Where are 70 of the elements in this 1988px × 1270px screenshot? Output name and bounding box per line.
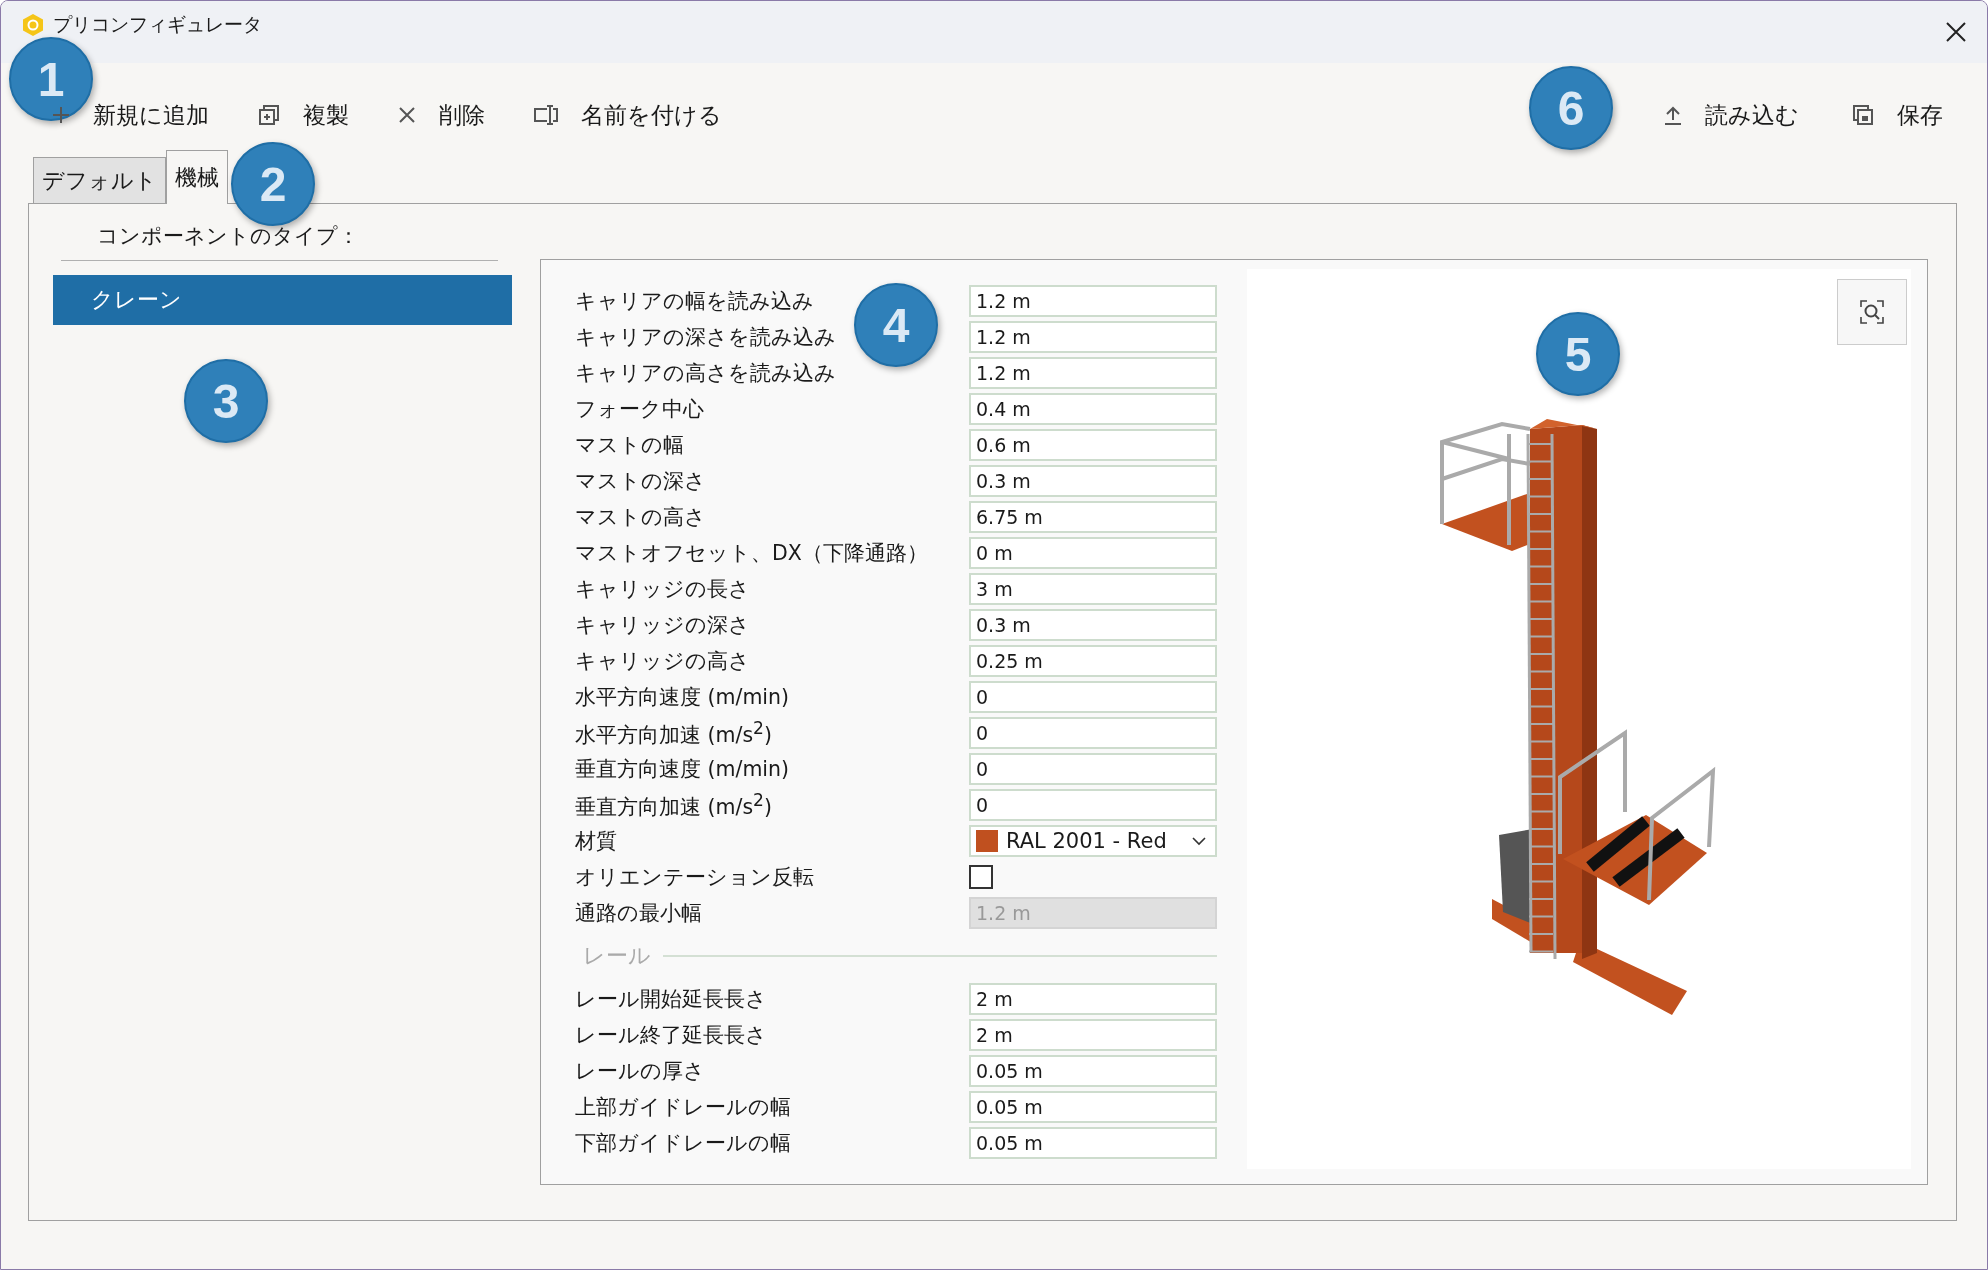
input-field[interactable]: 0.05 m [969, 1127, 1217, 1159]
input-field[interactable]: 0 [969, 753, 1217, 785]
window-title: プリコンフィギュレータ [53, 12, 262, 37]
input-field[interactable]: 1.2 m [969, 357, 1217, 389]
field-label: レールの厚さ [575, 1058, 705, 1085]
input-field[interactable]: 0.4 m [969, 393, 1217, 425]
field-label: キャリアの幅を読み込み [575, 288, 814, 315]
close-icon [397, 105, 417, 125]
input-field[interactable]: 0.25 m [969, 645, 1217, 677]
callout-badge: 3 [184, 359, 268, 443]
input-field[interactable]: 0 [969, 789, 1217, 821]
input-field[interactable]: 6.75 m [969, 501, 1217, 533]
field-label: マストの幅 [575, 432, 684, 459]
toolbar-button[interactable]: 削除 [393, 95, 489, 135]
toolbar-button[interactable]: 読み込む [1659, 95, 1803, 135]
hexagon-logo-icon [21, 13, 45, 37]
section-title: レール [583, 942, 651, 970]
input-field[interactable]: 0.3 m [969, 465, 1217, 497]
checkbox[interactable] [969, 865, 993, 889]
field-label: 水平方向加速 (m/s$^{2}$) [575, 717, 772, 749]
field-label: レール開始延長長さ [575, 986, 767, 1013]
input-field[interactable]: 0.3 m [969, 609, 1217, 641]
list-item[interactable]: クレーン [53, 275, 512, 325]
input-field[interactable]: 1.2 m [969, 285, 1217, 317]
input-field[interactable]: 1.2 m [969, 321, 1217, 353]
toolbar-button[interactable]: 保存 [1847, 95, 1947, 135]
input-field[interactable]: 2 m [969, 983, 1217, 1015]
field-label: 上部ガイドレールの幅 [575, 1094, 791, 1121]
field-label: キャリッジの高さ [575, 648, 750, 675]
field-label: マストの高さ [575, 504, 706, 531]
callout-badge: 6 [1529, 66, 1613, 150]
close-icon[interactable] [1945, 21, 1967, 43]
search-icon [1859, 299, 1885, 325]
field-label: 垂直方向速度 (m/min) [575, 756, 790, 783]
input-field[interactable]: 0.6 m [969, 429, 1217, 461]
tab[interactable]: デフォルト [33, 157, 166, 203]
callout-badge: 2 [231, 142, 315, 226]
toolbar-button[interactable]: 複製 [253, 95, 353, 135]
toolbar-button[interactable]: 名前を付ける [529, 95, 726, 135]
input-field: 1.2 m [969, 897, 1217, 929]
field-label: キャリッジの長さ [575, 576, 750, 603]
field-label: 垂直方向加速 (m/s$^{2}$) [575, 789, 772, 821]
dropdown[interactable]: RAL 2001 - Red [969, 825, 1217, 857]
field-label: マストの深さ [575, 468, 706, 495]
input-field[interactable]: 0.05 m [969, 1091, 1217, 1123]
input-field[interactable]: 0 [969, 681, 1217, 713]
zoom-fit-button[interactable] [1837, 279, 1907, 345]
field-label: 通路の最小幅 [575, 900, 702, 927]
upload-icon [1663, 104, 1683, 126]
field-label: 水平方向速度 (m/min) [575, 684, 790, 711]
field-label: キャリアの深さを読み込み [575, 324, 836, 351]
chevron-down-icon [1191, 836, 1207, 846]
input-field[interactable]: 0 m [969, 537, 1217, 569]
field-label: レール終了延長長さ [575, 1022, 767, 1049]
plus-icon [51, 105, 71, 125]
field-label: フォーク中心 [575, 396, 704, 423]
input-field[interactable]: 0.05 m [969, 1055, 1217, 1087]
field-label: キャリアの高さを読み込み [575, 360, 836, 387]
input-field[interactable]: 0 [969, 717, 1217, 749]
rename-icon [533, 104, 559, 126]
tab[interactable]: 機械 [166, 150, 228, 204]
field-label: オリエンテーション反転 [575, 864, 814, 891]
field-label: マストオフセット、DX（下降通路） [575, 540, 928, 567]
field-label: 下部ガイドレールの幅 [575, 1130, 791, 1157]
field-label: キャリッジの深さ [575, 612, 750, 639]
duplicate-icon [257, 103, 281, 127]
field-label: 材質 [575, 828, 617, 855]
save-icon [1851, 103, 1875, 127]
input-field[interactable]: 3 m [969, 573, 1217, 605]
input-field[interactable]: 2 m [969, 1019, 1217, 1051]
